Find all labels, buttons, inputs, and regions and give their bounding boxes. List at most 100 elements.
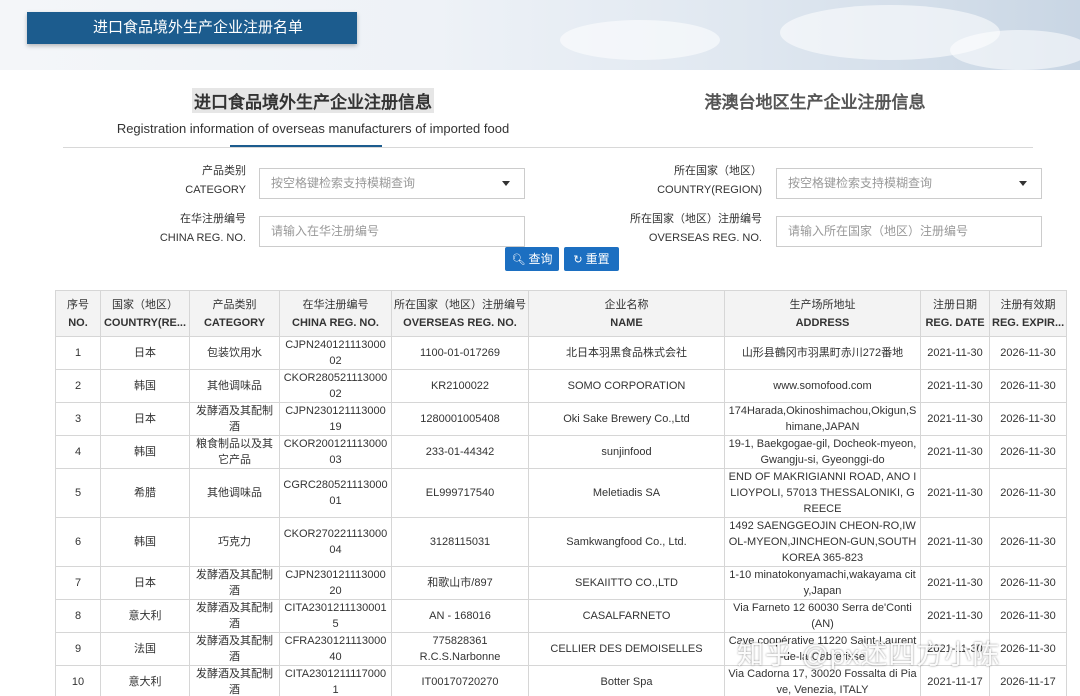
- search-button[interactable]: 🔍︎ 查询: [505, 247, 559, 271]
- table-cell: 174Harada,Okinoshimachou,Okigun,Shimane,…: [724, 402, 921, 436]
- table-cell: Samkwangfood Co., Ltd.: [528, 517, 725, 567]
- tab-hmt-title: 港澳台地区生产企业注册信息: [704, 93, 926, 112]
- table-cell: 775828361 R.C.S.Narbonne: [391, 632, 529, 666]
- table-cell: IT00170720270: [391, 665, 529, 696]
- table-cell: CITA23012111170001: [279, 665, 392, 696]
- table-cell: 1280001005408: [391, 402, 529, 436]
- search-icon: 🔍︎: [511, 254, 526, 266]
- tab-hk-macao-taiwan[interactable]: 港澳台地区生产企业注册信息: [640, 88, 990, 113]
- chevron-down-icon: [502, 181, 510, 186]
- page-title: 进口食品境外生产企业注册名单: [27, 12, 357, 44]
- table-cell: Via Farneto 12 60030 Serra de'Conti (AN): [724, 599, 921, 633]
- column-header[interactable]: 序号 NO.: [55, 290, 101, 337]
- table-cell: 8: [55, 599, 101, 633]
- table-cell: 韩国: [100, 517, 190, 567]
- table-cell: 2026-11-30: [989, 566, 1067, 600]
- table-cell: KR2100022: [391, 369, 529, 403]
- table-cell: 2026-11-30: [989, 632, 1067, 666]
- table-cell: 日本: [100, 336, 190, 370]
- refresh-icon: ↻: [573, 254, 583, 266]
- table-cell: END OF MAKRIGIANNI ROAD, ANO ILIOYPOLI, …: [724, 468, 921, 518]
- overseas-reg-label: 所在国家（地区）注册编号 OVERSEAS REG. NO.: [630, 213, 762, 244]
- china-reg-input[interactable]: 请输入在华注册编号: [259, 216, 525, 247]
- tab-overseas-title: 进口食品境外生产企业注册信息: [192, 88, 434, 113]
- reset-button[interactable]: ↻ 重置: [564, 247, 619, 271]
- table-cell: 4: [55, 435, 101, 469]
- table-cell: 1: [55, 336, 101, 370]
- column-header[interactable]: 企业名称 NAME: [528, 290, 725, 337]
- table-cell: 韩国: [100, 435, 190, 469]
- table-cell: 和歌山市/897: [391, 566, 529, 600]
- table-cell: 北日本羽黒食品株式会社: [528, 336, 725, 370]
- table-cell: Meletiadis SA: [528, 468, 725, 518]
- table-row[interactable]: 5 希腊 其他调味品 CGRC28052111300001 EL999717540 Mel…: [55, 468, 1067, 518]
- table-cell: 2026-11-17: [989, 665, 1067, 696]
- table-cell: 2021-11-30: [920, 566, 990, 600]
- overseas-reg-input[interactable]: 请输入所在国家（地区）注册编号: [776, 216, 1042, 247]
- table-cell: 5: [55, 468, 101, 518]
- table-cell: www.somofood.com: [724, 369, 921, 403]
- tab-overseas-subtitle: Registration information of overseas man…: [116, 121, 510, 136]
- table-header-row: 序号 NO. 国家（地区） COUNTRY(RE... 产品类别 CATEGORY 在…: [55, 290, 1067, 337]
- table-cell: 19-1, Baekgogae-gil, Docheok-myeon, Gwan…: [724, 435, 921, 469]
- table-row[interactable]: 7 日本 发酵酒及其配制酒 CJPN23012111300020 和歌山市/897 SEK…: [55, 566, 1067, 600]
- table-cell: Oki Sake Brewery Co.,Ltd: [528, 402, 725, 436]
- table-cell: CGRC28052111300001: [279, 468, 392, 518]
- table-cell: 1-10 minatokonyamachi,wakayama city,Japa…: [724, 566, 921, 600]
- table-cell: 2021-11-30: [920, 336, 990, 370]
- table-cell: 3: [55, 402, 101, 436]
- table-cell: 发酵酒及其配制酒: [189, 566, 280, 600]
- column-header[interactable]: 生产场所地址 ADDRESS: [724, 290, 921, 337]
- table-cell: 2026-11-30: [989, 517, 1067, 567]
- table-cell: EL999717540: [391, 468, 529, 518]
- table-cell: 其他调味品: [189, 369, 280, 403]
- tab-active-indicator: [230, 145, 382, 147]
- table-cell: SOMO CORPORATION: [528, 369, 725, 403]
- table-row[interactable]: 4 韩国 粮食制品以及其它产品 CKOR20012111300003 233-01-44…: [55, 435, 1067, 469]
- table-cell: 2026-11-30: [989, 369, 1067, 403]
- table-cell: 1492 SAENGGEOJIN CHEON-RO,IWOL-MYEON,JIN…: [724, 517, 921, 567]
- table-row[interactable]: 1 日本 包装饮用水 CJPN24012111300002 1100-01-017269…: [55, 336, 1067, 370]
- table-cell: 山形县鶴冈市羽黒町赤川272番地: [724, 336, 921, 370]
- table-cell: 2021-11-30: [920, 599, 990, 633]
- column-header[interactable]: 注册有效期 REG. EXPIR...: [989, 290, 1067, 337]
- column-header[interactable]: 产品类别 CATEGORY: [189, 290, 280, 337]
- table-cell: 发酵酒及其配制酒: [189, 665, 280, 696]
- table-cell: 希腊: [100, 468, 190, 518]
- table-row[interactable]: 3 日本 发酵酒及其配制酒 CJPN23012111300019 12800010054…: [55, 402, 1067, 436]
- table-cell: 发酵酒及其配制酒: [189, 632, 280, 666]
- table-cell: 粮食制品以及其它产品: [189, 435, 280, 469]
- table-cell: 1100-01-017269: [391, 336, 529, 370]
- table-row[interactable]: 2 韩国 其他调味品 CKOR28052111300002 KR2100022 SOMO …: [55, 369, 1067, 403]
- chevron-down-icon: [1019, 181, 1027, 186]
- table-cell: 2021-11-30: [920, 402, 990, 436]
- table-cell: 2021-11-30: [920, 468, 990, 518]
- tab-divider: [63, 147, 1033, 148]
- table-row[interactable]: 6 韩国 巧克力 CKOR27022111300004 3128115031 Samkwa…: [55, 517, 1067, 567]
- table-cell: 韩国: [100, 369, 190, 403]
- table-cell: CELLIER DES DEMOISELLES: [528, 632, 725, 666]
- table-cell: CJPN24012111300002: [279, 336, 392, 370]
- table-cell: 6: [55, 517, 101, 567]
- table-cell: 法国: [100, 632, 190, 666]
- table-cell: CKOR27022111300004: [279, 517, 392, 567]
- china-reg-label: 在华注册编号 CHINA REG. NO.: [159, 213, 246, 244]
- tab-overseas[interactable]: 进口食品境外生产企业注册信息 Registration information …: [63, 88, 563, 136]
- table-cell: 3128115031: [391, 517, 529, 567]
- column-header[interactable]: 所在国家（地区）注册编号 OVERSEAS REG. NO.: [391, 290, 529, 337]
- column-header[interactable]: 国家（地区） COUNTRY(RE...: [100, 290, 190, 337]
- column-header[interactable]: 注册日期 REG. DATE: [920, 290, 990, 337]
- table-cell: 7: [55, 566, 101, 600]
- country-select[interactable]: 按空格键检索支持模糊查询: [776, 168, 1042, 199]
- table-cell: 2026-11-30: [989, 468, 1067, 518]
- table-cell: 2026-11-30: [989, 599, 1067, 633]
- table-cell: Botter Spa: [528, 665, 725, 696]
- table-cell: CJPN23012111300019: [279, 402, 392, 436]
- table-cell: 2: [55, 369, 101, 403]
- table-cell: 2021-11-30: [920, 435, 990, 469]
- column-header[interactable]: 在华注册编号 CHINA REG. NO.: [279, 290, 392, 337]
- table-cell: 发酵酒及其配制酒: [189, 402, 280, 436]
- table-cell: sunjinfood: [528, 435, 725, 469]
- category-select[interactable]: 按空格键检索支持模糊查询: [259, 168, 525, 199]
- table-row[interactable]: 8 意大利 发酵酒及其配制酒 CITA23012111300015 AN - 16801…: [55, 599, 1067, 633]
